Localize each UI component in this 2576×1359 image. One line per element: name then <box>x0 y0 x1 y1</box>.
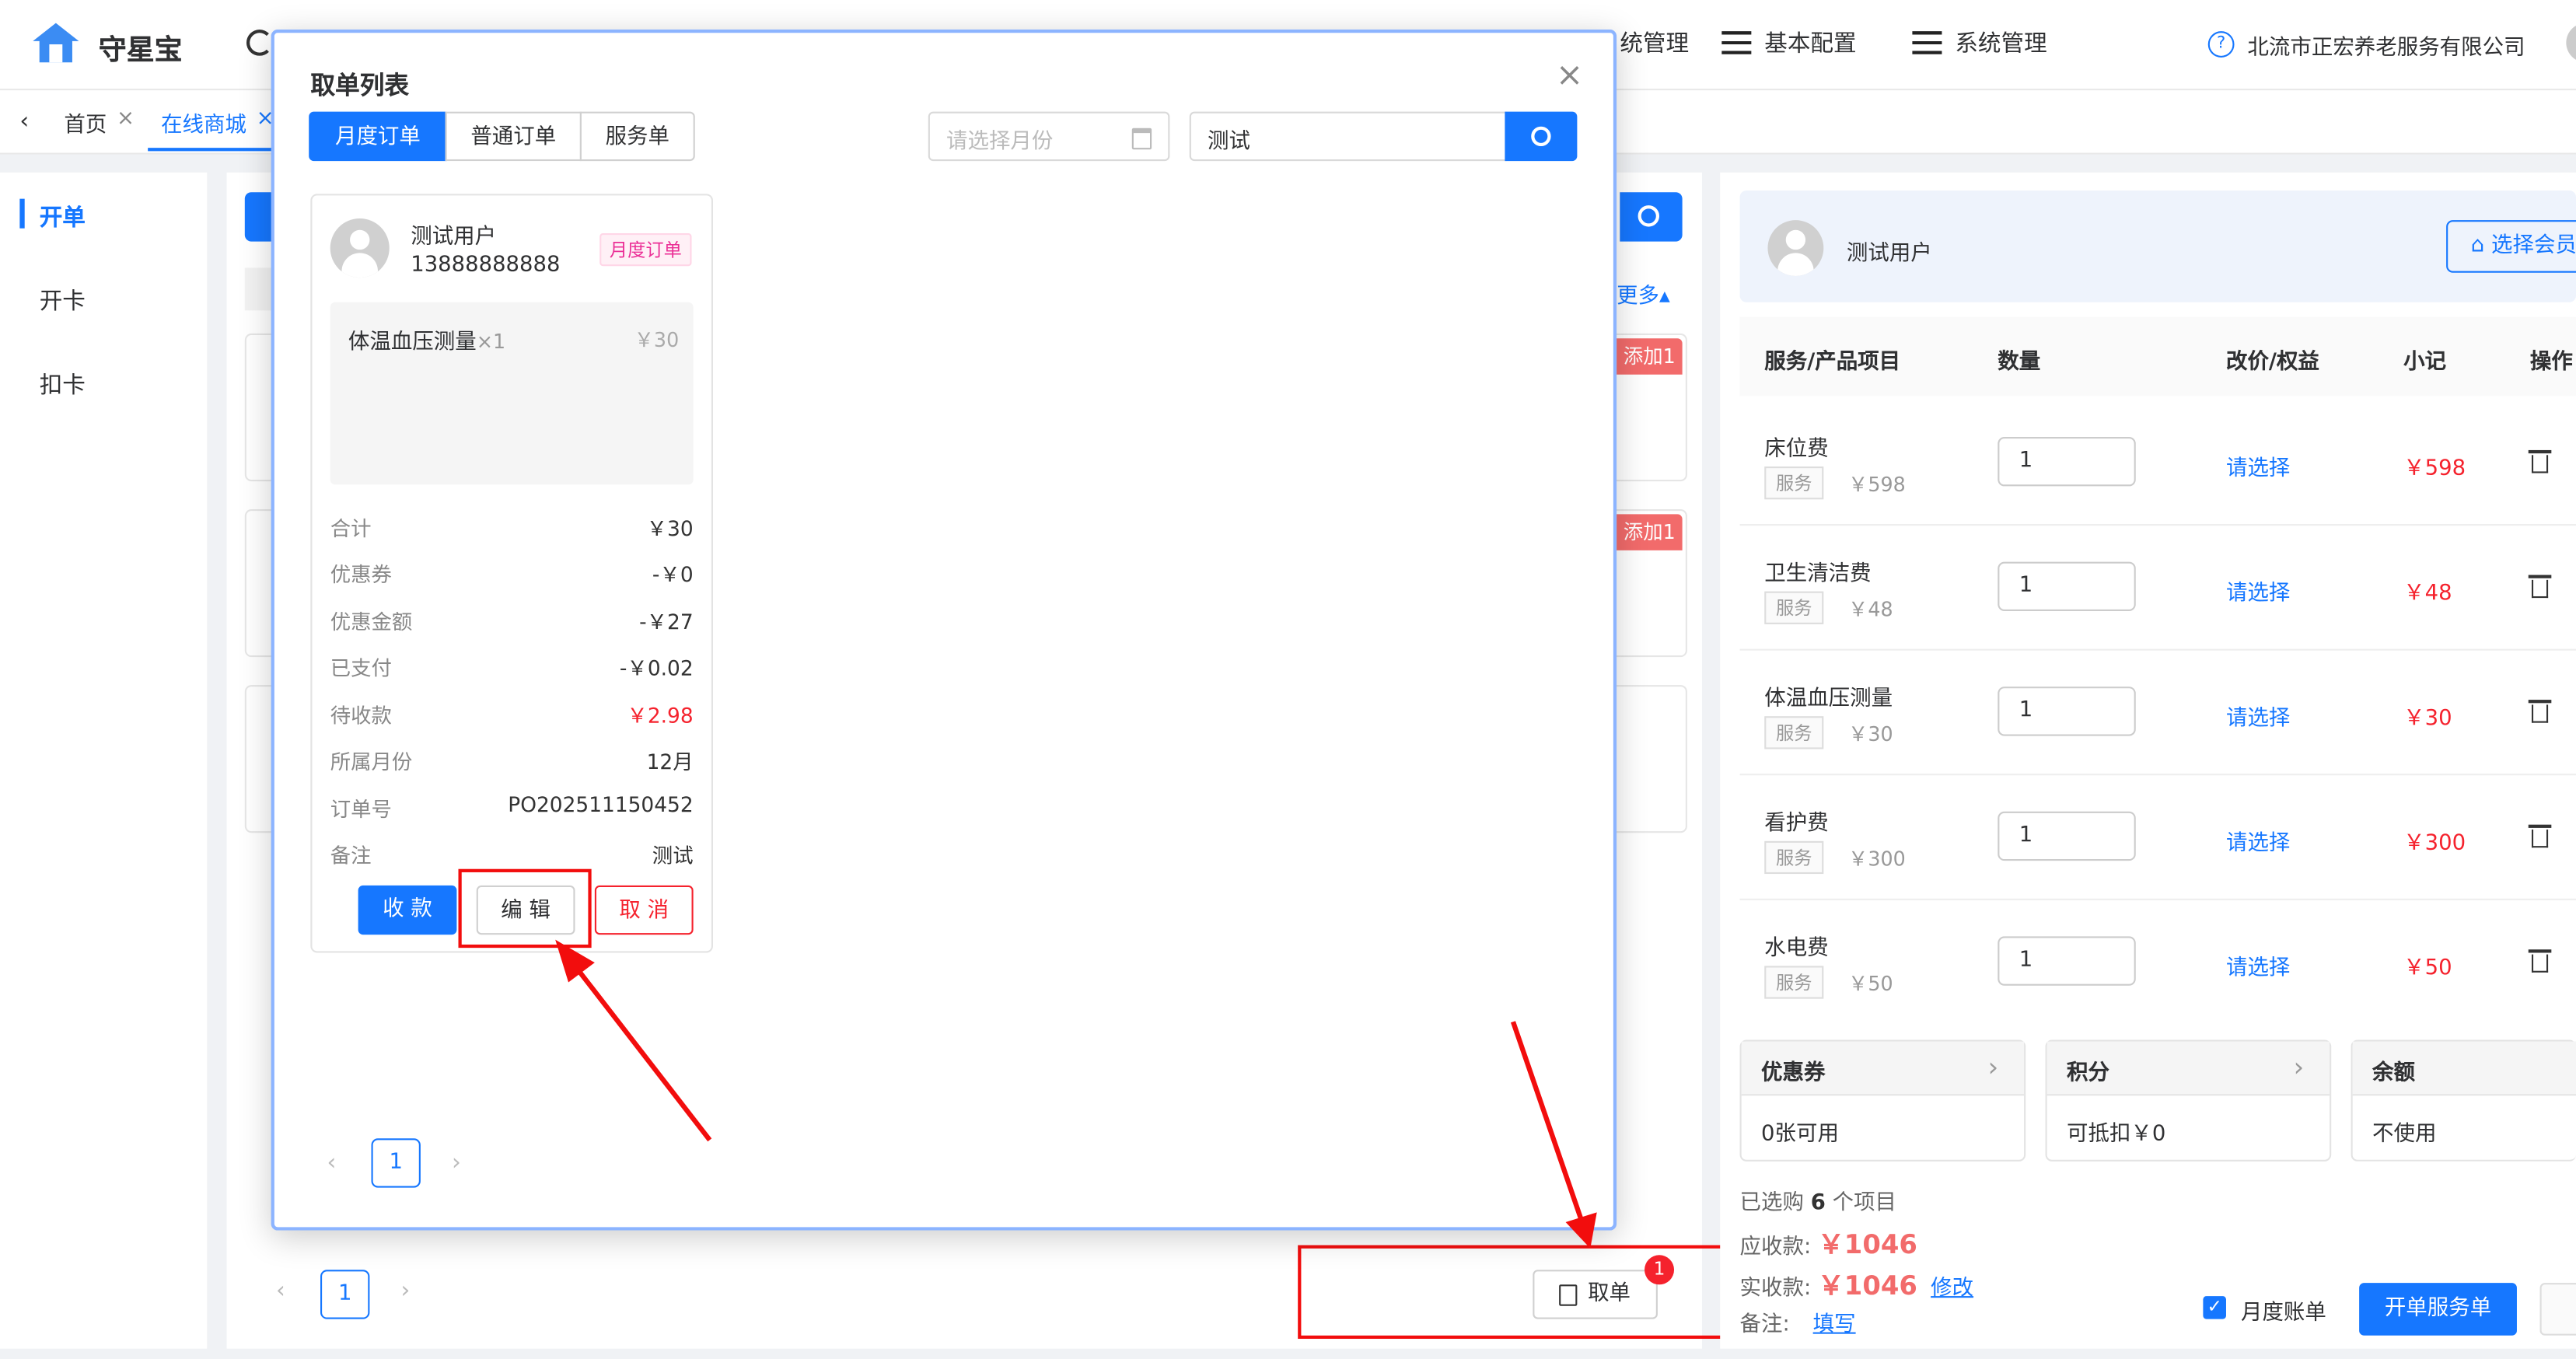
annotation-arrow <box>555 939 712 1142</box>
annotation-arrow <box>1510 1021 1597 1249</box>
annotation-arrows <box>555 939 1597 1249</box>
